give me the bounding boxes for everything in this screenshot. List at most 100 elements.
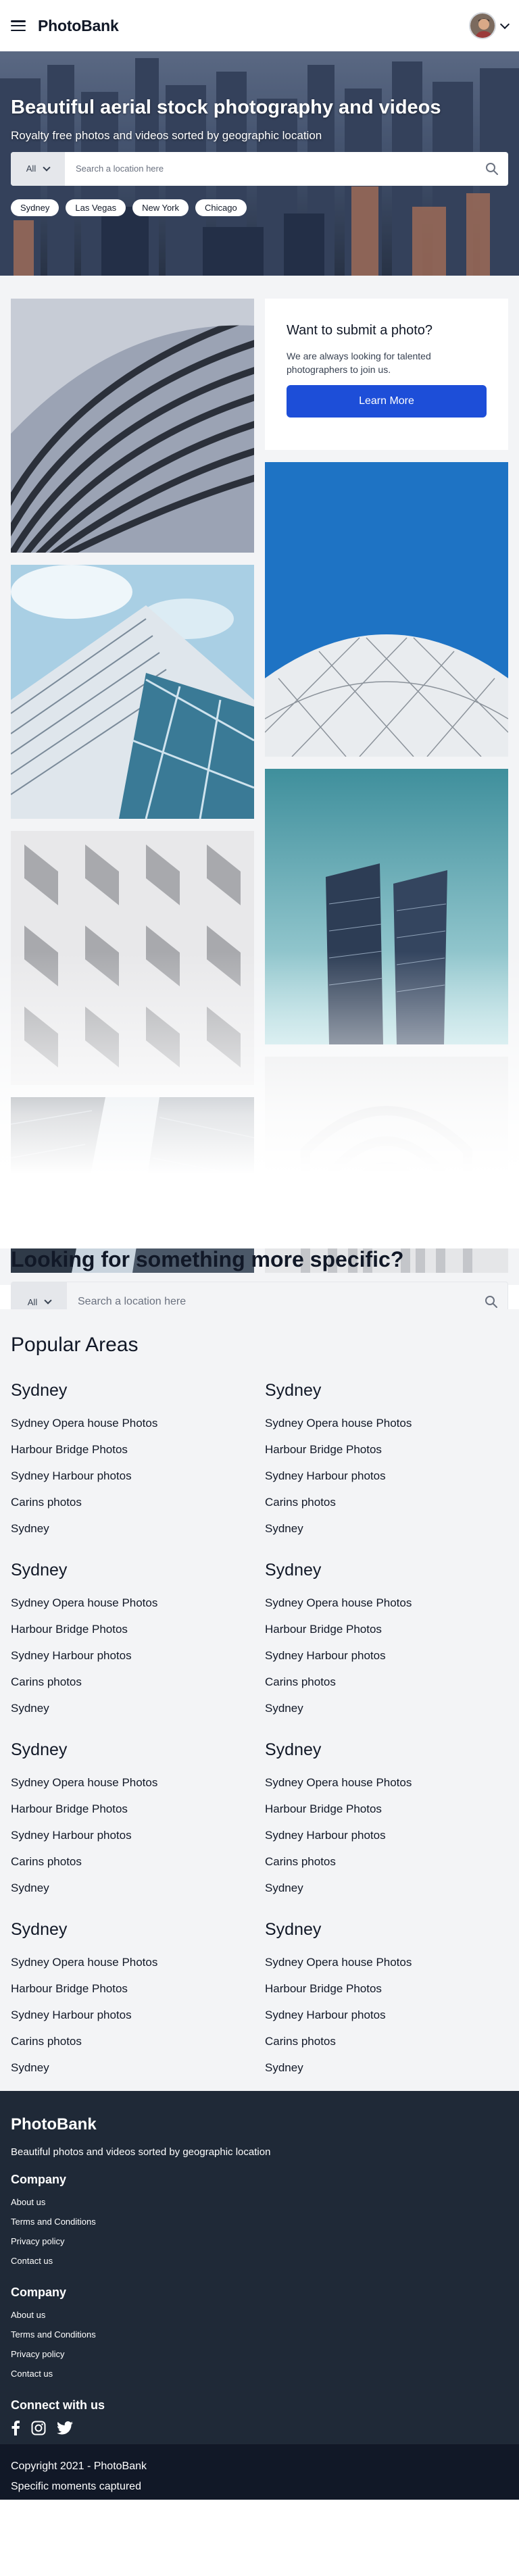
- popular-area-title[interactable]: Sydney: [11, 1381, 265, 1400]
- popular-areas-title: Popular Areas: [11, 1334, 139, 1356]
- footer-link-terms[interactable]: Terms and Conditions: [11, 2212, 508, 2231]
- popular-area-title[interactable]: Sydney: [265, 1381, 508, 1400]
- popular-area-block: Sydney Sydney Opera house Photos Harbour B…: [265, 1381, 508, 1542]
- popular-area-block: Sydney Sydney Opera house Photos Harbour B…: [11, 1561, 265, 1721]
- footer-link-about[interactable]: About us: [11, 2192, 508, 2212]
- popular-area-link[interactable]: Sydney Harbour photos: [11, 1463, 265, 1489]
- promo-title: Want to submit a photo?: [287, 323, 433, 338]
- popular-area-block: Sydney Sydney Opera house Photos Harbour B…: [11, 1381, 265, 1542]
- popular-area-title[interactable]: Sydney: [265, 1561, 508, 1580]
- popular-area-link[interactable]: Sydney Harbour photos: [11, 1642, 265, 1669]
- user-menu[interactable]: [469, 12, 510, 39]
- popular-area-link[interactable]: Sydney Harbour photos: [265, 1642, 508, 1669]
- footer-link-privacy[interactable]: Privacy policy: [11, 2344, 508, 2364]
- chip-chicago[interactable]: Chicago: [195, 199, 247, 216]
- social-links: [11, 2421, 508, 2439]
- popular-area-link[interactable]: Carins photos: [265, 1489, 508, 1515]
- chevron-down-icon: [44, 1296, 52, 1305]
- gallery-photo[interactable]: [265, 462, 508, 757]
- popular-area-link[interactable]: Carins photos: [11, 1489, 265, 1515]
- twitter-icon[interactable]: [57, 2421, 73, 2438]
- popular-area-link[interactable]: Sydney: [265, 1515, 508, 1542]
- popular-area-link[interactable]: Sydney Opera house Photos: [265, 1590, 508, 1616]
- social-title: Connect with us: [11, 2398, 105, 2412]
- popular-area-link[interactable]: Harbour Bridge Photos: [11, 1796, 265, 1822]
- hero-subtitle: Royalty free photos and videos sorted by…: [11, 128, 322, 142]
- chevron-down-icon[interactable]: [499, 19, 510, 30]
- search-input[interactable]: [65, 151, 476, 186]
- search-icon[interactable]: [476, 152, 508, 186]
- copyright-text: Copyright 2021 - PhotoBank: [11, 2460, 147, 2472]
- popular-area-title[interactable]: Sydney: [11, 1561, 265, 1580]
- gallery-fade-overlay: [0, 951, 519, 1248]
- popular-area-link[interactable]: Sydney Harbour photos: [265, 1822, 508, 1848]
- popular-area-link[interactable]: Carins photos: [11, 1669, 265, 1695]
- user-avatar[interactable]: [469, 12, 496, 39]
- popular-area-link[interactable]: Sydney Opera house Photos: [265, 1949, 508, 1975]
- popular-area-link[interactable]: Sydney Harbour photos: [11, 1822, 265, 1848]
- footer-tagline: Beautiful photos and videos sorted by ge…: [11, 2146, 271, 2158]
- chip-las-vegas[interactable]: Las Vegas: [66, 199, 126, 216]
- popular-area-link[interactable]: Harbour Bridge Photos: [11, 1975, 265, 2002]
- popular-area-link[interactable]: Carins photos: [265, 1669, 508, 1695]
- popular-area-link[interactable]: Harbour Bridge Photos: [265, 1975, 508, 2002]
- popular-area-link[interactable]: Sydney: [11, 1875, 265, 1901]
- photo-gallery: Want to submit a photo? We are always lo…: [0, 276, 519, 1322]
- popular-area-link[interactable]: Sydney Opera house Photos: [265, 1769, 508, 1796]
- brand-logo[interactable]: PhotoBank: [38, 17, 119, 35]
- popular-area-link[interactable]: Sydney: [265, 2054, 508, 2081]
- popular-area-link[interactable]: Sydney Harbour photos: [11, 2002, 265, 2028]
- popular-areas-grid: Sydney Sydney Opera house Photos Harbour B…: [11, 1381, 508, 2081]
- hero-banner: Beautiful aerial stock photography and v…: [0, 51, 519, 276]
- popular-area-link[interactable]: Harbour Bridge Photos: [265, 1616, 508, 1642]
- top-navbar: PhotoBank: [0, 0, 519, 51]
- popular-areas-section: Popular Areas Sydney Sydney Opera house P…: [0, 1309, 519, 2091]
- footer-column-title: Company: [11, 2173, 67, 2186]
- category-select[interactable]: All: [11, 151, 65, 186]
- popular-area-link[interactable]: Carins photos: [11, 1848, 265, 1875]
- popular-area-link[interactable]: Sydney Harbour photos: [265, 2002, 508, 2028]
- popular-area-link[interactable]: Sydney Opera house Photos: [11, 1769, 265, 1796]
- popular-area-link[interactable]: Harbour Bridge Photos: [265, 1436, 508, 1463]
- popular-area-title[interactable]: Sydney: [11, 1740, 265, 1760]
- popular-area-block: Sydney Sydney Opera house Photos Harbour B…: [265, 1920, 508, 2081]
- facebook-icon[interactable]: [11, 2421, 20, 2439]
- learn-more-button[interactable]: Learn More: [287, 384, 487, 418]
- footer-motto: Specific moments captured: [11, 2481, 141, 2492]
- popular-area-link[interactable]: Harbour Bridge Photos: [265, 1796, 508, 1822]
- popular-area-link[interactable]: Carins photos: [265, 1848, 508, 1875]
- popular-area-link[interactable]: Sydney: [11, 1695, 265, 1721]
- gallery-photo[interactable]: [11, 299, 254, 553]
- popular-area-link[interactable]: Harbour Bridge Photos: [11, 1616, 265, 1642]
- hamburger-menu-icon[interactable]: [11, 20, 26, 31]
- popular-area-link[interactable]: Sydney Opera house Photos: [11, 1949, 265, 1975]
- popular-area-link[interactable]: Sydney: [265, 1695, 508, 1721]
- popular-area-block: Sydney Sydney Opera house Photos Harbour B…: [265, 1740, 508, 1901]
- popular-area-link[interactable]: Carins photos: [265, 2028, 508, 2054]
- popular-area-link[interactable]: Sydney: [11, 1515, 265, 1542]
- popular-area-title[interactable]: Sydney: [265, 1920, 508, 1940]
- popular-area-title[interactable]: Sydney: [11, 1920, 265, 1940]
- footer-link-contact[interactable]: Contact us: [11, 2364, 508, 2383]
- popular-area-link[interactable]: Harbour Bridge Photos: [11, 1436, 265, 1463]
- footer-bottom-bar: Copyright 2021 - PhotoBank Specific mome…: [0, 2444, 519, 2500]
- chip-new-york[interactable]: New York: [132, 199, 189, 216]
- chip-sydney[interactable]: Sydney: [11, 199, 59, 216]
- instagram-icon[interactable]: [31, 2421, 46, 2439]
- location-chips: Sydney Las Vegas New York Chicago: [11, 199, 508, 216]
- popular-area-link[interactable]: Carins photos: [11, 2028, 265, 2054]
- popular-area-block: Sydney Sydney Opera house Photos Harbour B…: [11, 1920, 265, 2081]
- popular-area-block: Sydney Sydney Opera house Photos Harbour B…: [11, 1740, 265, 1901]
- footer-link-about[interactable]: About us: [11, 2305, 508, 2325]
- footer-link-terms[interactable]: Terms and Conditions: [11, 2325, 508, 2344]
- popular-area-link[interactable]: Sydney Opera house Photos: [265, 1410, 508, 1436]
- popular-area-link[interactable]: Sydney Opera house Photos: [11, 1590, 265, 1616]
- gallery-photo[interactable]: [11, 565, 254, 819]
- popular-area-link[interactable]: Sydney: [265, 1875, 508, 1901]
- popular-area-link[interactable]: Sydney Harbour photos: [265, 1463, 508, 1489]
- popular-area-link[interactable]: Sydney Opera house Photos: [11, 1410, 265, 1436]
- popular-area-title[interactable]: Sydney: [265, 1740, 508, 1760]
- footer-link-contact[interactable]: Contact us: [11, 2251, 508, 2271]
- footer-link-privacy[interactable]: Privacy policy: [11, 2231, 508, 2251]
- popular-area-link[interactable]: Sydney: [11, 2054, 265, 2081]
